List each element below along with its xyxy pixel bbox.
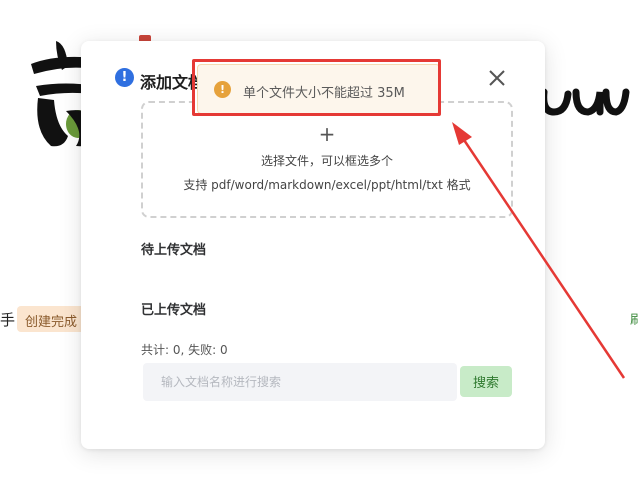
upload-formats: 支持 pdf/word/markdown/excel/ppt/html/txt … [183,178,471,192]
upload-stats: 共计: 0, 失败: 0 [141,343,228,357]
background-refresh-link[interactable]: 刷 [630,309,638,328]
upload-hint: 选择文件，可以框选多个 [260,154,393,168]
plus-icon: + [318,122,336,146]
pending-documents-heading: 待上传文档 [141,243,207,258]
dialog-title: 添加文档 [140,73,205,92]
uploaded-documents-heading: 已上传文档 [141,303,207,318]
warning-icon: ! [214,81,231,98]
toast-message: 单个文件大小不能超过 35M [243,86,405,101]
close-icon[interactable] [486,67,508,89]
search-button[interactable]: 搜索 [460,366,512,397]
file-upload-dropzone[interactable]: + 选择文件，可以框选多个 支持 pdf/word/markdown/excel… [141,101,513,218]
warning-toast: ! 单个文件大小不能超过 35M [197,64,440,114]
background-text-fragment: 手 [0,311,16,329]
brand-logo-wordmark [540,88,630,116]
document-search-input[interactable] [143,363,457,401]
info-icon: ! [115,68,134,87]
